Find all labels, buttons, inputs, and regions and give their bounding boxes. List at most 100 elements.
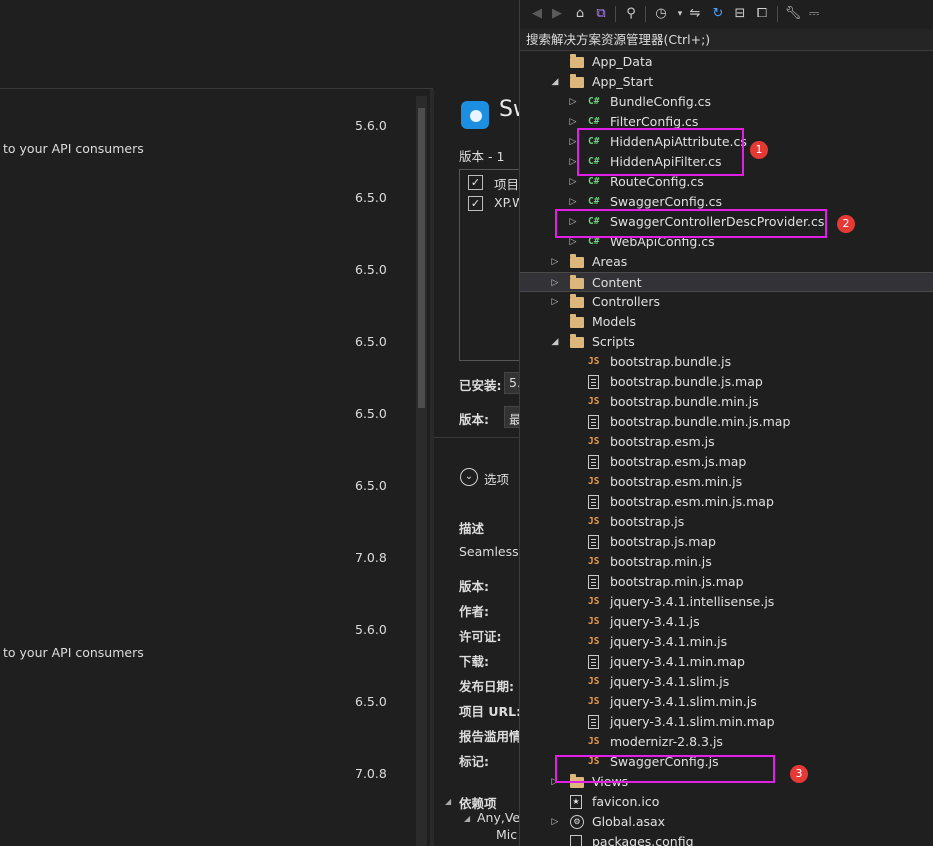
project-checkbox[interactable]: ✓	[468, 196, 483, 211]
tree-item[interactable]: JS bootstrap.esm.min.js	[520, 472, 933, 492]
tree-item[interactable]: JS bootstrap.bundle.min.js	[520, 392, 933, 412]
folder-icon	[570, 294, 584, 308]
expanded-arrow-icon[interactable]: ◢	[464, 814, 470, 823]
tree-item[interactable]: ▷ Content	[520, 272, 933, 292]
tree-item[interactable]: JS jquery-3.4.1.intellisense.js	[520, 592, 933, 612]
tree-item[interactable]: ◢ App_Start	[520, 72, 933, 92]
tree-item[interactable]: JS jquery-3.4.1.slim.js	[520, 672, 933, 692]
package-row[interactable]: to your API consumers	[0, 89, 416, 161]
js-file-icon: JS	[588, 476, 600, 487]
options-toggle[interactable]: 选项	[484, 469, 509, 488]
package-description: to your API consumers	[3, 645, 144, 660]
annotation-badge-3: 3	[790, 765, 808, 783]
collapsed-arrow-icon[interactable]: ▷	[550, 812, 560, 832]
meta-license-label: 许可证:	[459, 629, 502, 644]
pending-changes-icon[interactable]: ⚲	[622, 5, 640, 23]
package-row[interactable]: 6.5.0	[0, 305, 416, 377]
tree-item[interactable]: ▷ Areas	[520, 252, 933, 272]
collapsed-arrow-icon[interactable]: ▷	[550, 273, 560, 293]
package-list-scrollbar[interactable]	[416, 96, 427, 846]
tree-item[interactable]: bootstrap.bundle.min.js.map	[520, 412, 933, 432]
tree-item[interactable]: ▷ ⚙ Global.asax	[520, 812, 933, 832]
meta-report-label[interactable]: 报告滥用情	[459, 726, 522, 745]
tree-item[interactable]: Models	[520, 312, 933, 332]
tree-item[interactable]: JS bootstrap.esm.js	[520, 432, 933, 452]
collapsed-arrow-icon[interactable]: ▷	[550, 252, 560, 272]
highlight-box-3	[555, 755, 775, 783]
tree-item[interactable]: JS modernizr-2.8.3.js	[520, 732, 933, 752]
history-icon[interactable]: ◷	[652, 5, 670, 23]
package-row[interactable]: 6.5.0	[0, 377, 416, 449]
description-text: Seamlessl	[459, 544, 523, 559]
expanded-arrow-icon[interactable]: ◢	[550, 72, 560, 92]
expanded-arrow-icon[interactable]: ◢	[550, 332, 560, 352]
meta-download-label: 下载:	[459, 654, 489, 669]
annotation-badge-2: 2	[837, 215, 855, 233]
package-version: 6.5.0	[355, 694, 387, 709]
properties-icon[interactable]: 🔧︎	[784, 5, 802, 23]
solution-explorer-search[interactable]: 搜索解决方案资源管理器(Ctrl+;)	[520, 29, 933, 51]
package-logo-icon	[461, 101, 489, 129]
tree-item[interactable]: jquery-3.4.1.slim.min.map	[520, 712, 933, 732]
tree-item-label: Models	[592, 314, 637, 329]
tree-item-label: bootstrap.esm.min.js	[610, 474, 743, 489]
package-row[interactable]: 7.0.8	[0, 737, 416, 809]
refresh-icon[interactable]: ↻	[709, 5, 727, 23]
package-version: 6.5.0	[355, 262, 387, 277]
package-row[interactable]: to your API consumers	[0, 593, 416, 665]
map-file-icon	[588, 375, 599, 389]
tree-item[interactable]: JS bootstrap.js	[520, 512, 933, 532]
tree-item[interactable]: bootstrap.bundle.js.map	[520, 372, 933, 392]
tree-item-label: modernizr-2.8.3.js	[610, 734, 723, 749]
tree-item[interactable]: ▷ C# BundleConfig.cs	[520, 92, 933, 112]
tree-item-label: bootstrap.bundle.min.js.map	[610, 414, 791, 429]
tree-item[interactable]: JS jquery-3.4.1.min.js	[520, 632, 933, 652]
divider	[434, 437, 524, 438]
solution-explorer: ◀ ▶ ⌂ ⧉ ⚲ ◷ ▾ ⇋ ↻ ⊟ ⧠ 🔧︎ ⎓ 搜索解决方案资源管理器(C…	[519, 0, 933, 846]
chevron-down-icon[interactable]: ⌄	[460, 468, 478, 486]
preview-icon[interactable]: ⎓	[805, 5, 823, 23]
collapsed-arrow-icon[interactable]: ▷	[550, 292, 560, 312]
package-row[interactable]: 7.0.8	[0, 521, 416, 593]
tree-item[interactable]: JS jquery-3.4.1.slim.min.js	[520, 692, 933, 712]
package-row[interactable]: 6.5.0	[0, 665, 416, 737]
collapse-all-icon[interactable]: ⊟	[731, 5, 749, 23]
tree-item-label: bootstrap.bundle.js.map	[610, 374, 763, 389]
tree-item[interactable]: bootstrap.min.js.map	[520, 572, 933, 592]
folder-icon	[570, 74, 584, 88]
folder-icon	[570, 254, 584, 268]
csharp-file-icon: C#	[588, 116, 600, 127]
select-all-checkbox[interactable]: ✓	[468, 175, 483, 190]
tree-item[interactable]: bootstrap.js.map	[520, 532, 933, 552]
forward-icon[interactable]: ▶	[548, 5, 566, 23]
tree-item[interactable]: bootstrap.esm.min.js.map	[520, 492, 933, 512]
tree-item[interactable]: JS bootstrap.bundle.js	[520, 352, 933, 372]
tree-item[interactable]: packages.config	[520, 832, 933, 846]
show-all-files-icon[interactable]: ⧠	[753, 5, 771, 23]
back-icon[interactable]: ◀	[528, 5, 546, 23]
tree-item[interactable]: JS jquery-3.4.1.js	[520, 612, 933, 632]
sync-icon[interactable]: ⇋	[686, 5, 704, 23]
package-row[interactable]: 6.5.0	[0, 233, 416, 305]
tree-item[interactable]: jquery-3.4.1.min.map	[520, 652, 933, 672]
vs-switch-icon[interactable]: ⧉	[592, 5, 610, 23]
tree-item[interactable]: JS bootstrap.min.js	[520, 552, 933, 572]
scrollbar-thumb[interactable]	[418, 108, 425, 408]
package-row[interactable]: 6.5.0	[0, 161, 416, 233]
map-file-icon	[588, 455, 599, 469]
tree-item[interactable]: ◢ Scripts	[520, 332, 933, 352]
home-icon[interactable]: ⌂	[571, 5, 589, 23]
expanded-arrow-icon[interactable]: ◢	[445, 797, 451, 806]
tree-item-label: jquery-3.4.1.intellisense.js	[610, 594, 775, 609]
package-detail-pane: Sw 版本 - 1 ✓ 项目 ✓ XP.W 已安装: 5. 版本: 最 ⌄ 选项…	[434, 89, 524, 846]
tree-item-label: bootstrap.js	[610, 514, 685, 529]
package-row[interactable]: 6.5.0	[0, 449, 416, 521]
project-list: ✓ 项目 ✓ XP.W	[459, 169, 524, 361]
tree-item[interactable]: ▷ Controllers	[520, 292, 933, 312]
csharp-file-icon: C#	[588, 196, 600, 207]
map-file-icon	[588, 535, 599, 549]
tree-item[interactable]: bootstrap.esm.js.map	[520, 452, 933, 472]
tree-item[interactable]: ★ favicon.ico	[520, 792, 933, 812]
collapsed-arrow-icon[interactable]: ▷	[568, 92, 578, 112]
tree-item[interactable]: App_Data	[520, 52, 933, 72]
